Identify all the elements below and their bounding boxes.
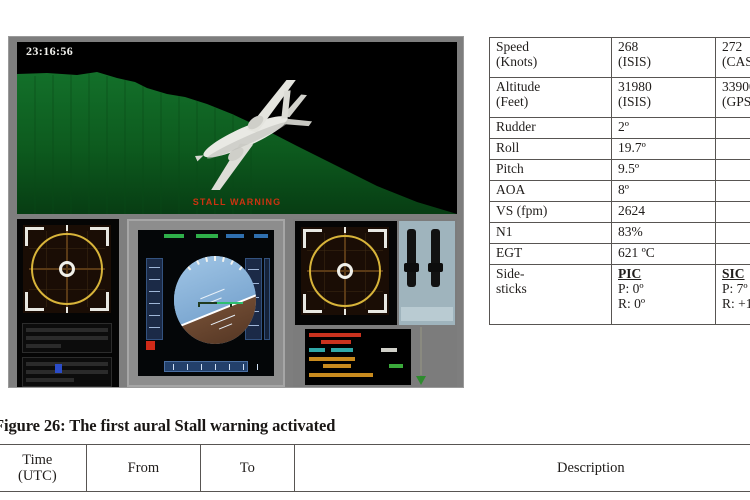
sidesticks-label: Side- sticks [489,264,612,325]
corner-bracket-icon [368,229,387,248]
pfd-screen [138,230,274,376]
vertical-speed-tape [264,258,270,340]
blue-indicator [55,364,62,373]
param-value-2 [715,180,750,202]
param-label: Roll [489,138,612,160]
ecam-warning-display [305,329,411,385]
corner-bracket-icon [303,229,322,248]
param-label: VS (fpm) [489,201,612,223]
param-value-2 [715,201,750,223]
param-value-2: 33900 (GPS) [715,77,750,118]
airspeed-tape [146,258,163,340]
corner-bracket-icon [90,227,109,246]
sic-sidestick-indicator [295,221,397,325]
param-value-1: 31980 (ISIS) [611,77,716,118]
thrust-lever-1 [404,229,419,287]
table-row: VS (fpm) 2624 [489,201,750,223]
figure-caption: Figure 26: The first aural Stall warning… [0,416,336,435]
param-value-1: 268 (ISIS) [611,37,716,78]
table-row: N1 83% [489,222,750,244]
param-label: Pitch [489,159,612,181]
table-header-row: Time (UTC) From To Description [0,444,750,492]
param-value-1: 83% [611,222,716,244]
param-label: Rudder [489,117,612,139]
stick-tick-icon [66,307,68,313]
column-header-from: From [85,444,202,492]
param-value-2 [715,159,750,181]
param-value-1: 9.5º [611,159,716,181]
param-value-2 [715,138,750,160]
param-value-2 [715,222,750,244]
event-log-table: Time (UTC) From To Description [0,444,750,492]
flight-parameter-table: Speed (Knots) 268 (ISIS) 272 (CAS) Altit… [489,37,750,325]
param-value-2 [715,117,750,139]
param-value-1: 8º [611,180,716,202]
stick-tick-icon [344,309,346,315]
column-header-time: Time (UTC) [0,444,87,492]
column-header-description: Description [293,444,750,492]
outside-view: 23:16:56 STALL WARNING [17,42,457,214]
sic-stick-box [301,227,389,315]
corner-bracket-icon [368,294,387,313]
adi-horizon-disc [174,256,256,344]
column-header-to: To [200,444,295,492]
param-value-1: 2º [611,117,716,139]
corner-bracket-icon [303,294,322,313]
ecam-gauge-pointer [416,327,426,385]
param-label: N1 [489,222,612,244]
table-row: Pitch 9.5º [489,159,750,181]
param-value-2 [715,243,750,265]
fma-annunciation [254,234,268,238]
param-label: Speed (Knots) [489,37,612,78]
sic-sidestick-values: SIC P: 7º R: +10 [715,264,750,325]
table-row: Speed (Knots) 268 (ISIS) 272 (CAS) [489,37,750,78]
stick-tick-icon [66,225,68,231]
param-label: Altitude (Feet) [489,77,612,118]
thrust-lever-2 [428,229,443,287]
pedestal-base [401,307,453,321]
pic-stick-box [23,225,111,313]
sic-stick-position-dot [337,263,353,279]
param-value-2: 272 (CAS) [715,37,750,78]
simulator-screenshot-figure: 23:16:56 STALL WARNING [8,36,464,388]
stall-warning-overlay: STALL WARNING [192,197,282,207]
table-row: Rudder 2º [489,117,750,139]
pic-readout-block-1 [22,323,112,353]
pic-readout-block-2 [22,357,112,387]
param-value-1: 19.7º [611,138,716,160]
param-value-1: 621 ºC [611,243,716,265]
table-row: Roll 19.7º [489,138,750,160]
attitude-director-indicator [174,256,256,344]
table-row: Altitude (Feet) 31980 (ISIS) 33900 (GPS) [489,77,750,118]
fma-annunciation [226,234,244,238]
table-row-sidesticks: Side- sticks PIC P: 0º R: 0º SIC P: 7º R… [489,264,750,325]
pic-sidestick-values: PIC P: 0º R: 0º [611,264,716,325]
param-label: EGT [489,243,612,265]
flight-director-bar [216,301,243,304]
fma-annunciation [196,234,218,238]
low-speed-alert-box [146,341,155,350]
table-row: AOA 8º [489,180,750,202]
primary-flight-display [127,219,285,387]
simulator-timestamp: 23:16:56 [26,44,74,58]
instrument-panel-row [9,217,463,387]
heading-tape [164,361,258,372]
corner-bracket-icon [25,292,44,311]
aircraft-model [195,80,313,190]
corner-bracket-icon [90,292,109,311]
right-instrument-group [293,219,457,387]
table-row: EGT 621 ºC [489,243,750,265]
pic-stick-position-dot [59,261,75,277]
pic-sidestick-indicator [17,219,119,387]
stick-tick-icon [344,227,346,233]
bank-scale-pip [214,256,216,261]
fma-annunciation [164,234,184,238]
param-value-1: 2624 [611,201,716,223]
corner-bracket-icon [25,227,44,246]
thrust-lever-quadrant [399,221,455,325]
param-label: AOA [489,180,612,202]
